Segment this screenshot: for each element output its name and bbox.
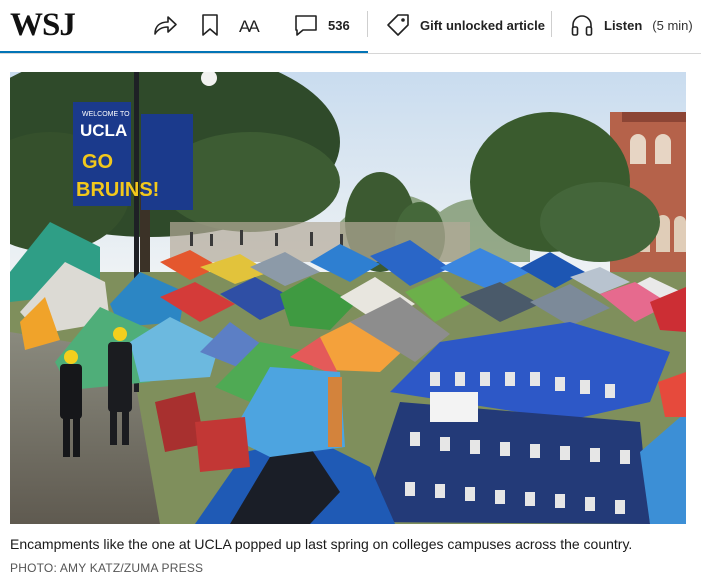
banner-bruins: BRUINS! <box>76 179 159 201</box>
bookmark-icon <box>201 13 219 37</box>
gift-article-button[interactable]: Gift unlocked article <box>386 10 545 40</box>
listen-label: Listen <box>604 17 643 33</box>
listen-button[interactable]: Listen (5 min) <box>570 10 693 40</box>
comments-button[interactable]: 536 <box>294 10 350 40</box>
headphones-icon <box>570 13 594 37</box>
article-photo[interactable]: WELCOME TO UCLA GO BRUINS! <box>10 72 686 524</box>
toolbar-divider <box>367 11 368 37</box>
text-size-label: AA <box>239 17 260 36</box>
share-arrow-icon <box>152 13 178 37</box>
gift-label: Gift unlocked article <box>420 17 545 33</box>
photo-caption: Encampments like the one at UCLA popped … <box>10 536 633 552</box>
toolbar-divider <box>551 11 552 37</box>
listen-duration: (5 min) <box>652 17 693 33</box>
wsj-logo[interactable]: WSJ <box>10 6 76 44</box>
banner-go: GO <box>82 151 113 173</box>
article-toolbar: WSJ AA 536 Gift unlocked article Listen … <box>0 0 701 54</box>
photo-credit: PHOTO: AMY KATZ/ZUMA PRESS <box>10 561 204 575</box>
banner-school: UCLA <box>80 121 127 140</box>
comments-count: 536 <box>328 17 350 33</box>
save-article-button[interactable] <box>201 10 219 40</box>
text-size-icon: AA <box>239 12 260 38</box>
banner-welcome: WELCOME TO <box>82 111 130 118</box>
text-size-button[interactable]: AA <box>239 10 260 40</box>
comment-bubble-icon <box>294 13 318 37</box>
share-button[interactable] <box>152 10 178 40</box>
gift-tag-icon <box>386 13 410 37</box>
toolbar-rule <box>0 53 701 54</box>
